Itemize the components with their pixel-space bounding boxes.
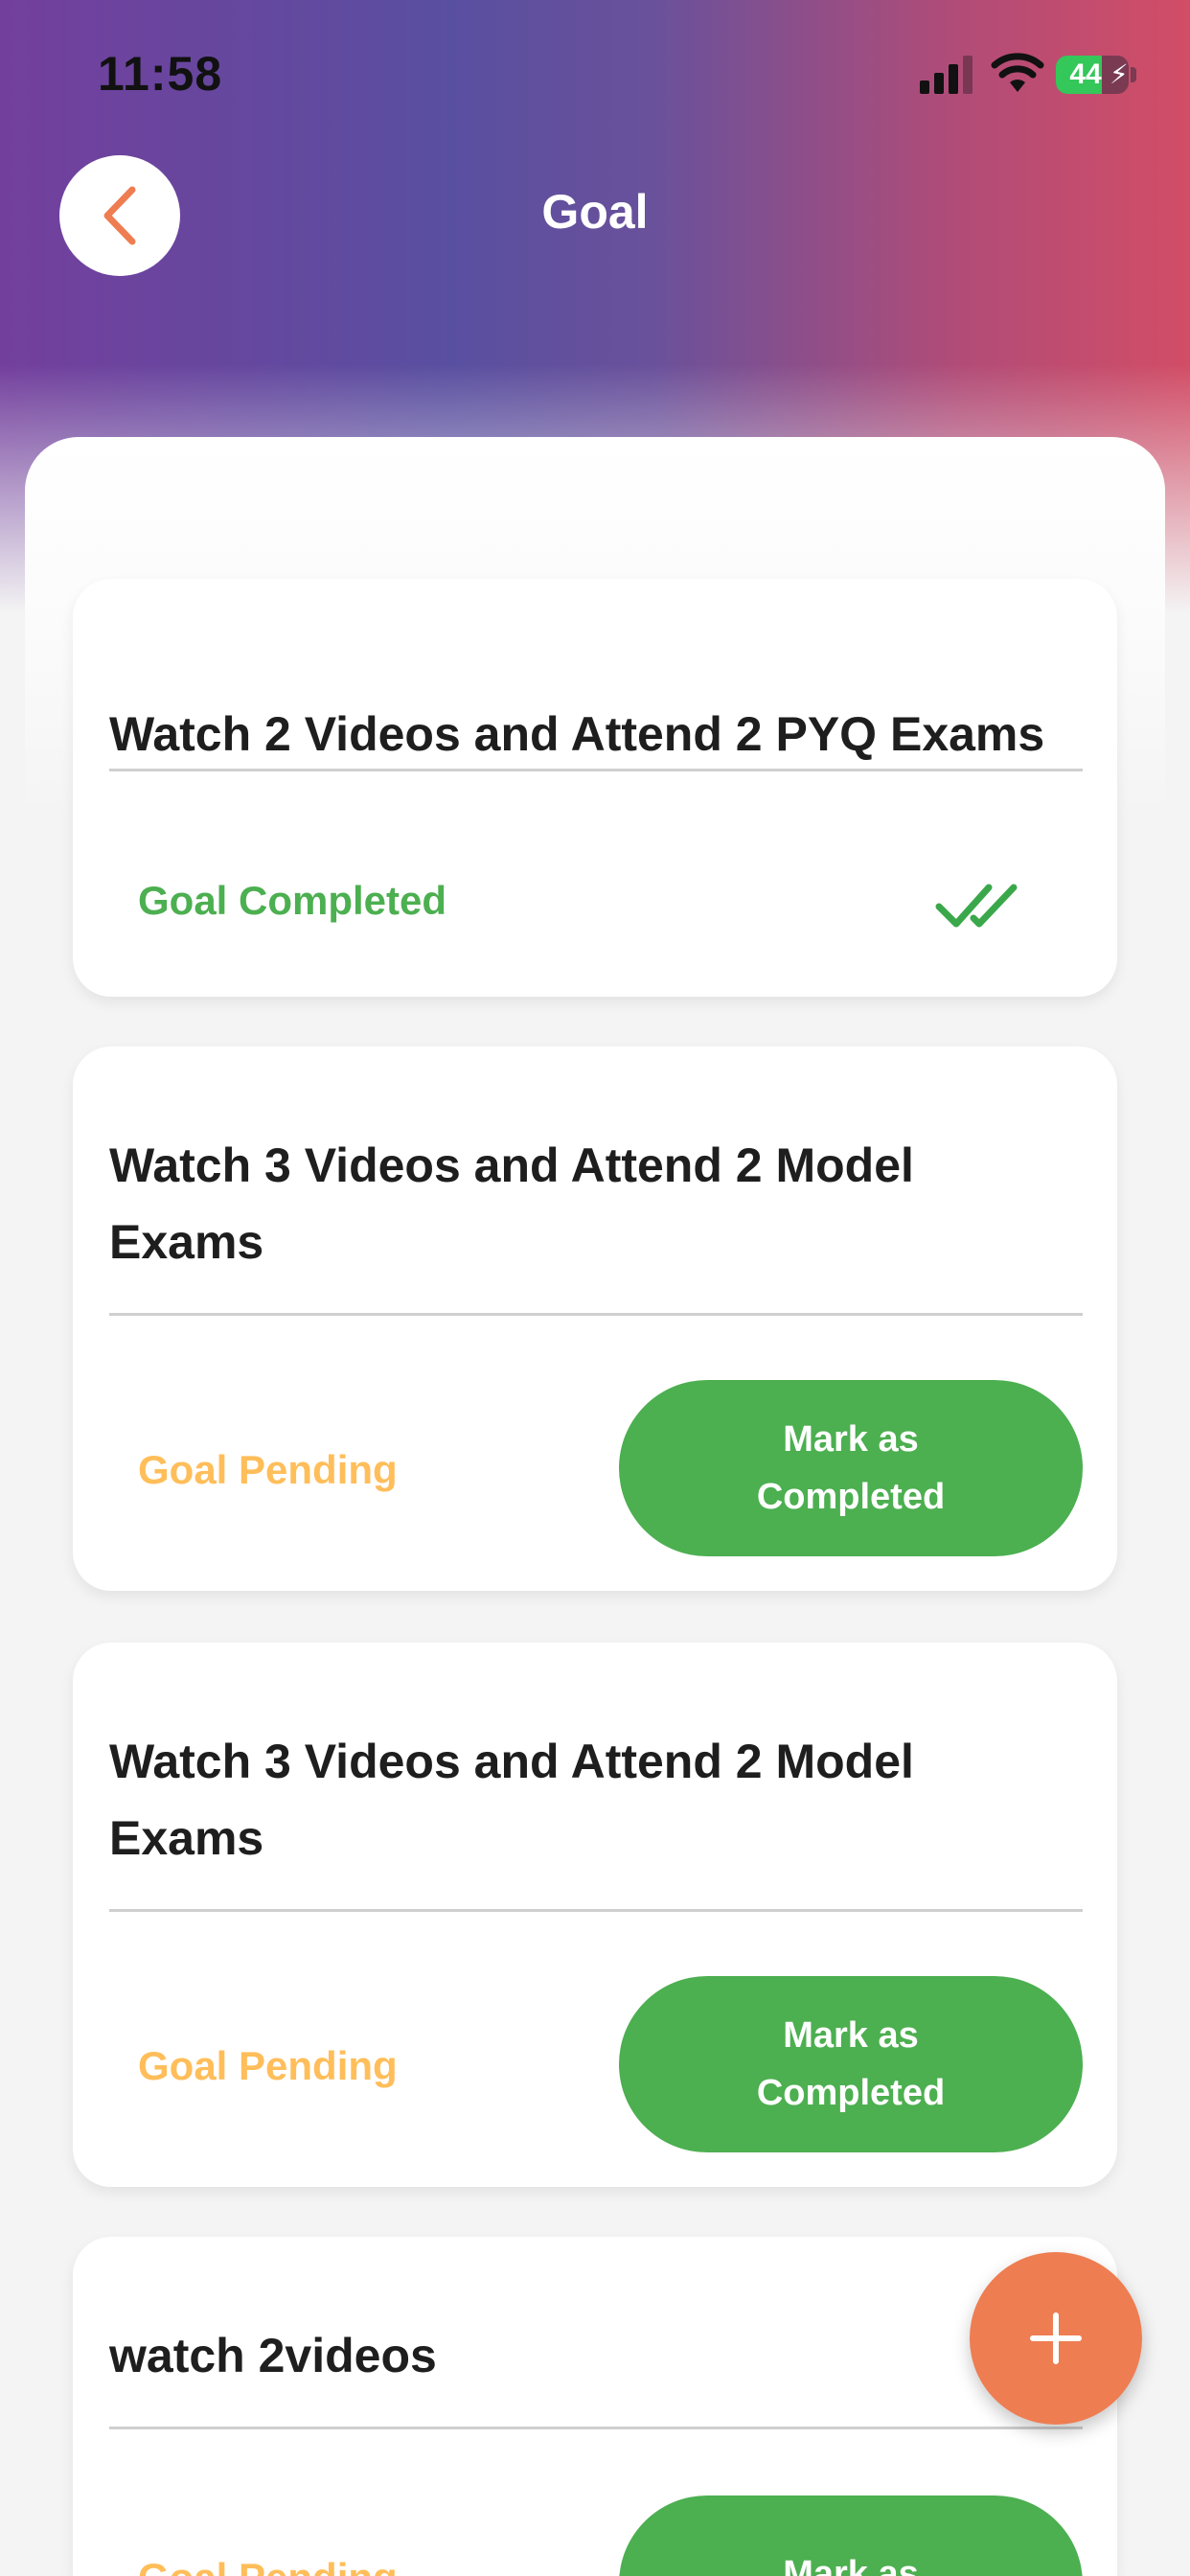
goal-title: Watch 2 Videos and Attend 2 PYQ Exams — [109, 707, 1045, 761]
goal-title: watch 2videos — [109, 2329, 437, 2382]
battery-cap — [1131, 67, 1136, 82]
battery-level: 44 — [1069, 58, 1102, 90]
goal-title: Watch 3 Videos and Attend 2 Model Exams — [109, 1138, 914, 1269]
card-divider — [109, 1313, 1083, 1316]
page-title: Goal — [541, 185, 649, 239]
card-divider — [109, 2426, 1083, 2429]
signal-icon — [920, 56, 973, 94]
card-divider — [109, 769, 1083, 771]
wifi-icon — [991, 53, 1044, 92]
add-goal-button[interactable] — [970, 2252, 1142, 2425]
card-divider — [109, 1909, 1083, 1912]
goal-title: Watch 3 Videos and Attend 2 Model Exams — [109, 1735, 914, 1865]
goal-status: Goal Pending — [138, 2555, 398, 2576]
mark-as-completed-button[interactable]: Mark as Completed — [619, 1380, 1083, 1556]
battery-charging-icon: 44 ⚡ — [1056, 56, 1129, 94]
status-time: 11:58 — [98, 47, 223, 101]
goal-status: Goal Completed — [138, 878, 447, 923]
goal-card: Watch 2 Videos and Attend 2 PYQ Exams Go… — [73, 579, 1117, 997]
mark-as-completed-button[interactable]: Mark as Completed — [619, 1976, 1083, 2152]
plus-icon — [1030, 2312, 1082, 2364]
goal-card: Watch 3 Videos and Attend 2 Model Exams … — [73, 1046, 1117, 1591]
bolt-icon: ⚡ — [1110, 59, 1129, 89]
goal-card: Watch 3 Videos and Attend 2 Model Exams … — [73, 1643, 1117, 2187]
goal-card: watch 2videos Goal Pending Mark as Compl… — [73, 2237, 1117, 2576]
double-check-icon — [935, 884, 1018, 928]
status-bar: 11:58 44 ⚡ — [0, 0, 1190, 144]
goal-status: Goal Pending — [138, 2043, 398, 2088]
goal-status: Goal Pending — [138, 1447, 398, 1492]
mark-as-completed-button[interactable]: Mark as Completed — [619, 2496, 1083, 2576]
